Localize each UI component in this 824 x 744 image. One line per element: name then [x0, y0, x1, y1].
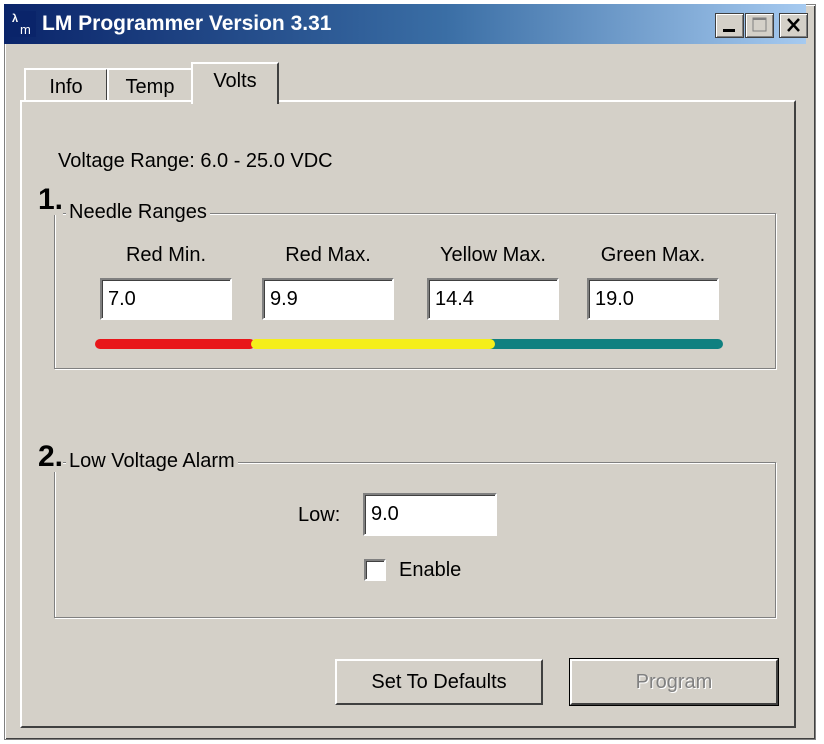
tab-temp[interactable]: Temp	[107, 68, 193, 102]
minimize-button[interactable]	[715, 13, 744, 38]
low-voltage-field[interactable]	[363, 493, 497, 536]
yellow-max-label: Yellow Max.	[440, 244, 546, 266]
tab-volts-label: Volts	[213, 70, 257, 92]
red-min-label: Red Min.	[125, 244, 207, 266]
tab-info[interactable]: Info	[24, 68, 108, 102]
svg-text:λ: λ	[12, 13, 18, 25]
step-2-number: 2.	[38, 440, 64, 473]
enable-label[interactable]: Enable	[399, 559, 461, 582]
minimize-icon	[723, 29, 735, 32]
needle-range-bar	[95, 339, 723, 349]
window-title: LM Programmer Version 3.31	[42, 12, 332, 35]
range-bar-green	[485, 339, 723, 349]
red-max-field[interactable]	[262, 278, 394, 320]
maximize-icon	[752, 17, 767, 32]
voltage-range-text: Voltage Range: 6.0 - 25.0 VDC	[58, 150, 333, 172]
tab-volts[interactable]: Volts	[191, 62, 279, 104]
maximize-button[interactable]	[745, 13, 774, 38]
red-max-label: Red Max.	[285, 244, 371, 266]
program-button[interactable]: Program	[569, 658, 779, 706]
tab-temp-label: Temp	[125, 76, 175, 98]
range-bar-yellow	[251, 339, 495, 349]
close-button[interactable]	[779, 13, 808, 38]
green-max-label: Green Max.	[600, 244, 706, 266]
step-1-number: 1.	[38, 183, 64, 216]
tab-info-label: Info	[49, 76, 83, 98]
range-bar-red	[95, 339, 255, 349]
low-label: Low:	[298, 504, 341, 526]
red-min-field[interactable]	[100, 278, 232, 320]
title-bar[interactable]: λ m LM Programmer Version 3.31	[4, 4, 806, 44]
set-to-defaults-button[interactable]: Set To Defaults	[335, 659, 543, 705]
volts-tab-panel	[20, 100, 796, 728]
close-icon	[787, 18, 800, 32]
svg-text:m: m	[20, 22, 31, 37]
low-voltage-alarm-title: Low Voltage Alarm	[66, 450, 238, 473]
low-voltage-alarm-group	[54, 462, 776, 618]
enable-checkbox[interactable]	[364, 559, 386, 581]
needle-ranges-title: Needle Ranges	[66, 201, 210, 224]
lm-app-icon: λ m	[10, 11, 36, 37]
yellow-max-field[interactable]	[427, 278, 559, 320]
green-max-field[interactable]	[587, 278, 719, 320]
